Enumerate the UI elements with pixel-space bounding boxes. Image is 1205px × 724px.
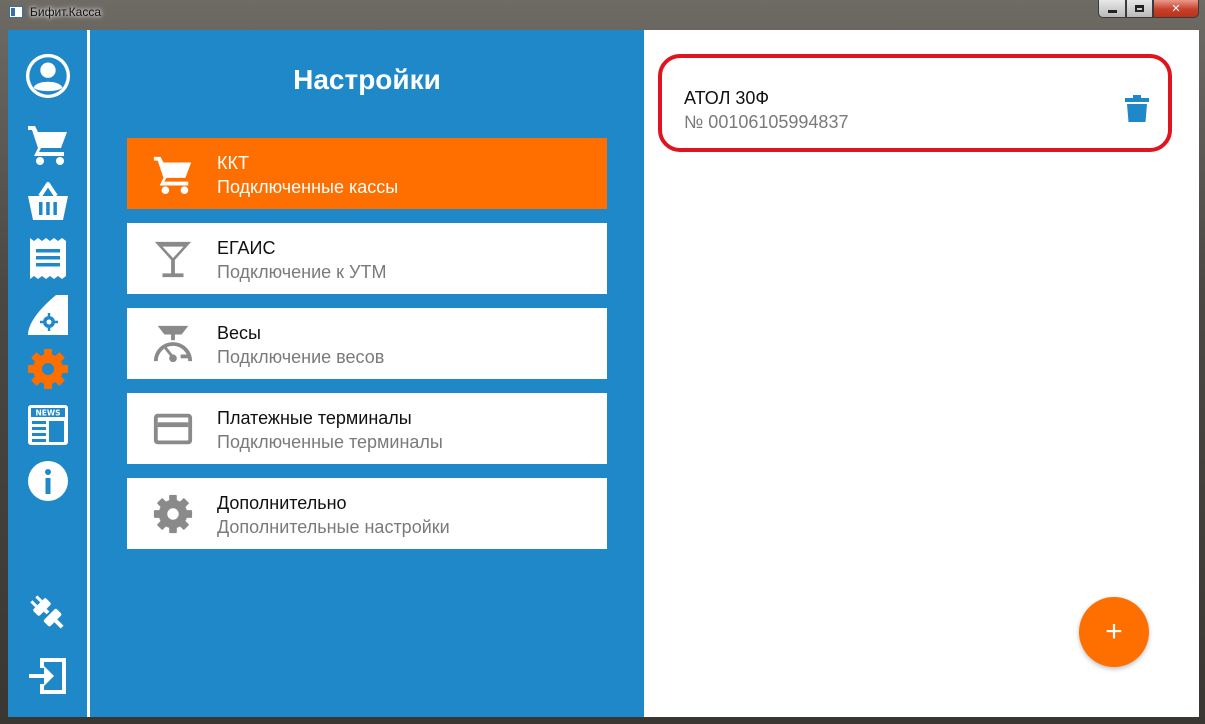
settings-panel: Настройки ККТ Подключенные кассы ЕГАИС П… <box>90 30 644 717</box>
window-controls: ✕ <box>1098 0 1199 19</box>
trash-icon <box>1125 95 1149 122</box>
device-name: АТОЛ 30Ф <box>684 88 770 108</box>
delete-device-button[interactable] <box>1122 94 1152 124</box>
sidebar-item-news[interactable]: NEWS <box>24 402 72 448</box>
application-window: Бифит.Касса ✕ NEWS Настройки ККТ Подключ… <box>0 0 1205 724</box>
sidebar-item-reports[interactable] <box>24 292 72 338</box>
sidebar-item-receipts[interactable] <box>24 235 72 281</box>
app-icon[interactable] <box>9 6 23 18</box>
kkt-device-card[interactable]: АТОЛ 30Ф № 00106105994837 <box>658 54 1172 152</box>
window-title: Бифит.Касса <box>30 5 101 19</box>
settings-item-subtitle: Дополнительные настройки <box>217 517 450 537</box>
title-bar[interactable]: Бифит.Касса ✕ <box>0 0 1205 26</box>
receipt-icon <box>30 238 66 279</box>
minimize-button[interactable] <box>1098 0 1126 18</box>
sidebar-item-logout[interactable] <box>24 653 72 699</box>
kkt-list-panel: АТОЛ 30Ф № 00106105994837 + <box>644 30 1199 717</box>
settings-item-subtitle: Подключенные кассы <box>217 177 399 197</box>
client-area: NEWS Настройки ККТ Подключенные кассы ЕГ… <box>8 30 1199 717</box>
settings-item-kkt[interactable]: ККТ Подключенные кассы <box>127 138 607 209</box>
plug-icon <box>30 595 64 629</box>
gear-icon <box>153 494 193 534</box>
cocktail-icon <box>154 241 192 278</box>
settings-item-payment-terminals[interactable]: Платежные терминалы Подключенные термина… <box>127 393 607 464</box>
logout-icon <box>29 658 66 694</box>
settings-item-title: ККТ <box>217 153 249 173</box>
news-icon: NEWS <box>28 405 68 445</box>
reports-icon <box>28 295 68 335</box>
sidebar-item-account[interactable] <box>24 53 72 99</box>
svg-text:NEWS: NEWS <box>35 409 60 418</box>
settings-item-subtitle: Подключение к УТМ <box>217 262 387 282</box>
cart-icon <box>153 156 192 195</box>
basket-icon <box>28 182 68 220</box>
account-icon <box>25 53 71 99</box>
page-title: Настройки <box>293 64 441 95</box>
settings-item-title: Платежные терминалы <box>217 408 412 428</box>
sidebar: NEWS <box>8 30 87 717</box>
maximize-button[interactable] <box>1126 0 1153 18</box>
sidebar-item-connection[interactable] <box>24 590 72 636</box>
gear-icon <box>28 349 68 389</box>
settings-item-title: ЕГАИС <box>217 238 276 258</box>
settings-item-egais[interactable]: ЕГАИС Подключение к УТМ <box>127 223 607 294</box>
maximize-icon <box>1135 5 1144 12</box>
add-device-button[interactable]: + <box>1079 597 1149 667</box>
sidebar-item-settings[interactable] <box>24 346 72 392</box>
close-button[interactable]: ✕ <box>1153 0 1199 18</box>
settings-item-subtitle: Подключенные терминалы <box>217 432 443 452</box>
info-icon <box>28 461 68 501</box>
settings-item-title: Дополнительно <box>217 493 347 513</box>
settings-item-additional[interactable]: Дополнительно Дополнительные настройки <box>127 478 607 549</box>
settings-item-scales[interactable]: Весы Подключение весов <box>127 308 607 379</box>
sidebar-item-basket[interactable] <box>24 179 72 225</box>
minimize-icon <box>1107 10 1117 13</box>
settings-item-subtitle: Подключение весов <box>217 347 385 367</box>
cart-icon <box>28 126 67 165</box>
sidebar-item-sale[interactable] <box>24 121 72 167</box>
credit-card-icon <box>153 413 193 445</box>
device-serial-number: № 00106105994837 <box>684 112 849 132</box>
sidebar-item-info[interactable] <box>24 458 72 504</box>
scales-icon <box>153 325 193 363</box>
settings-item-title: Весы <box>217 323 261 343</box>
